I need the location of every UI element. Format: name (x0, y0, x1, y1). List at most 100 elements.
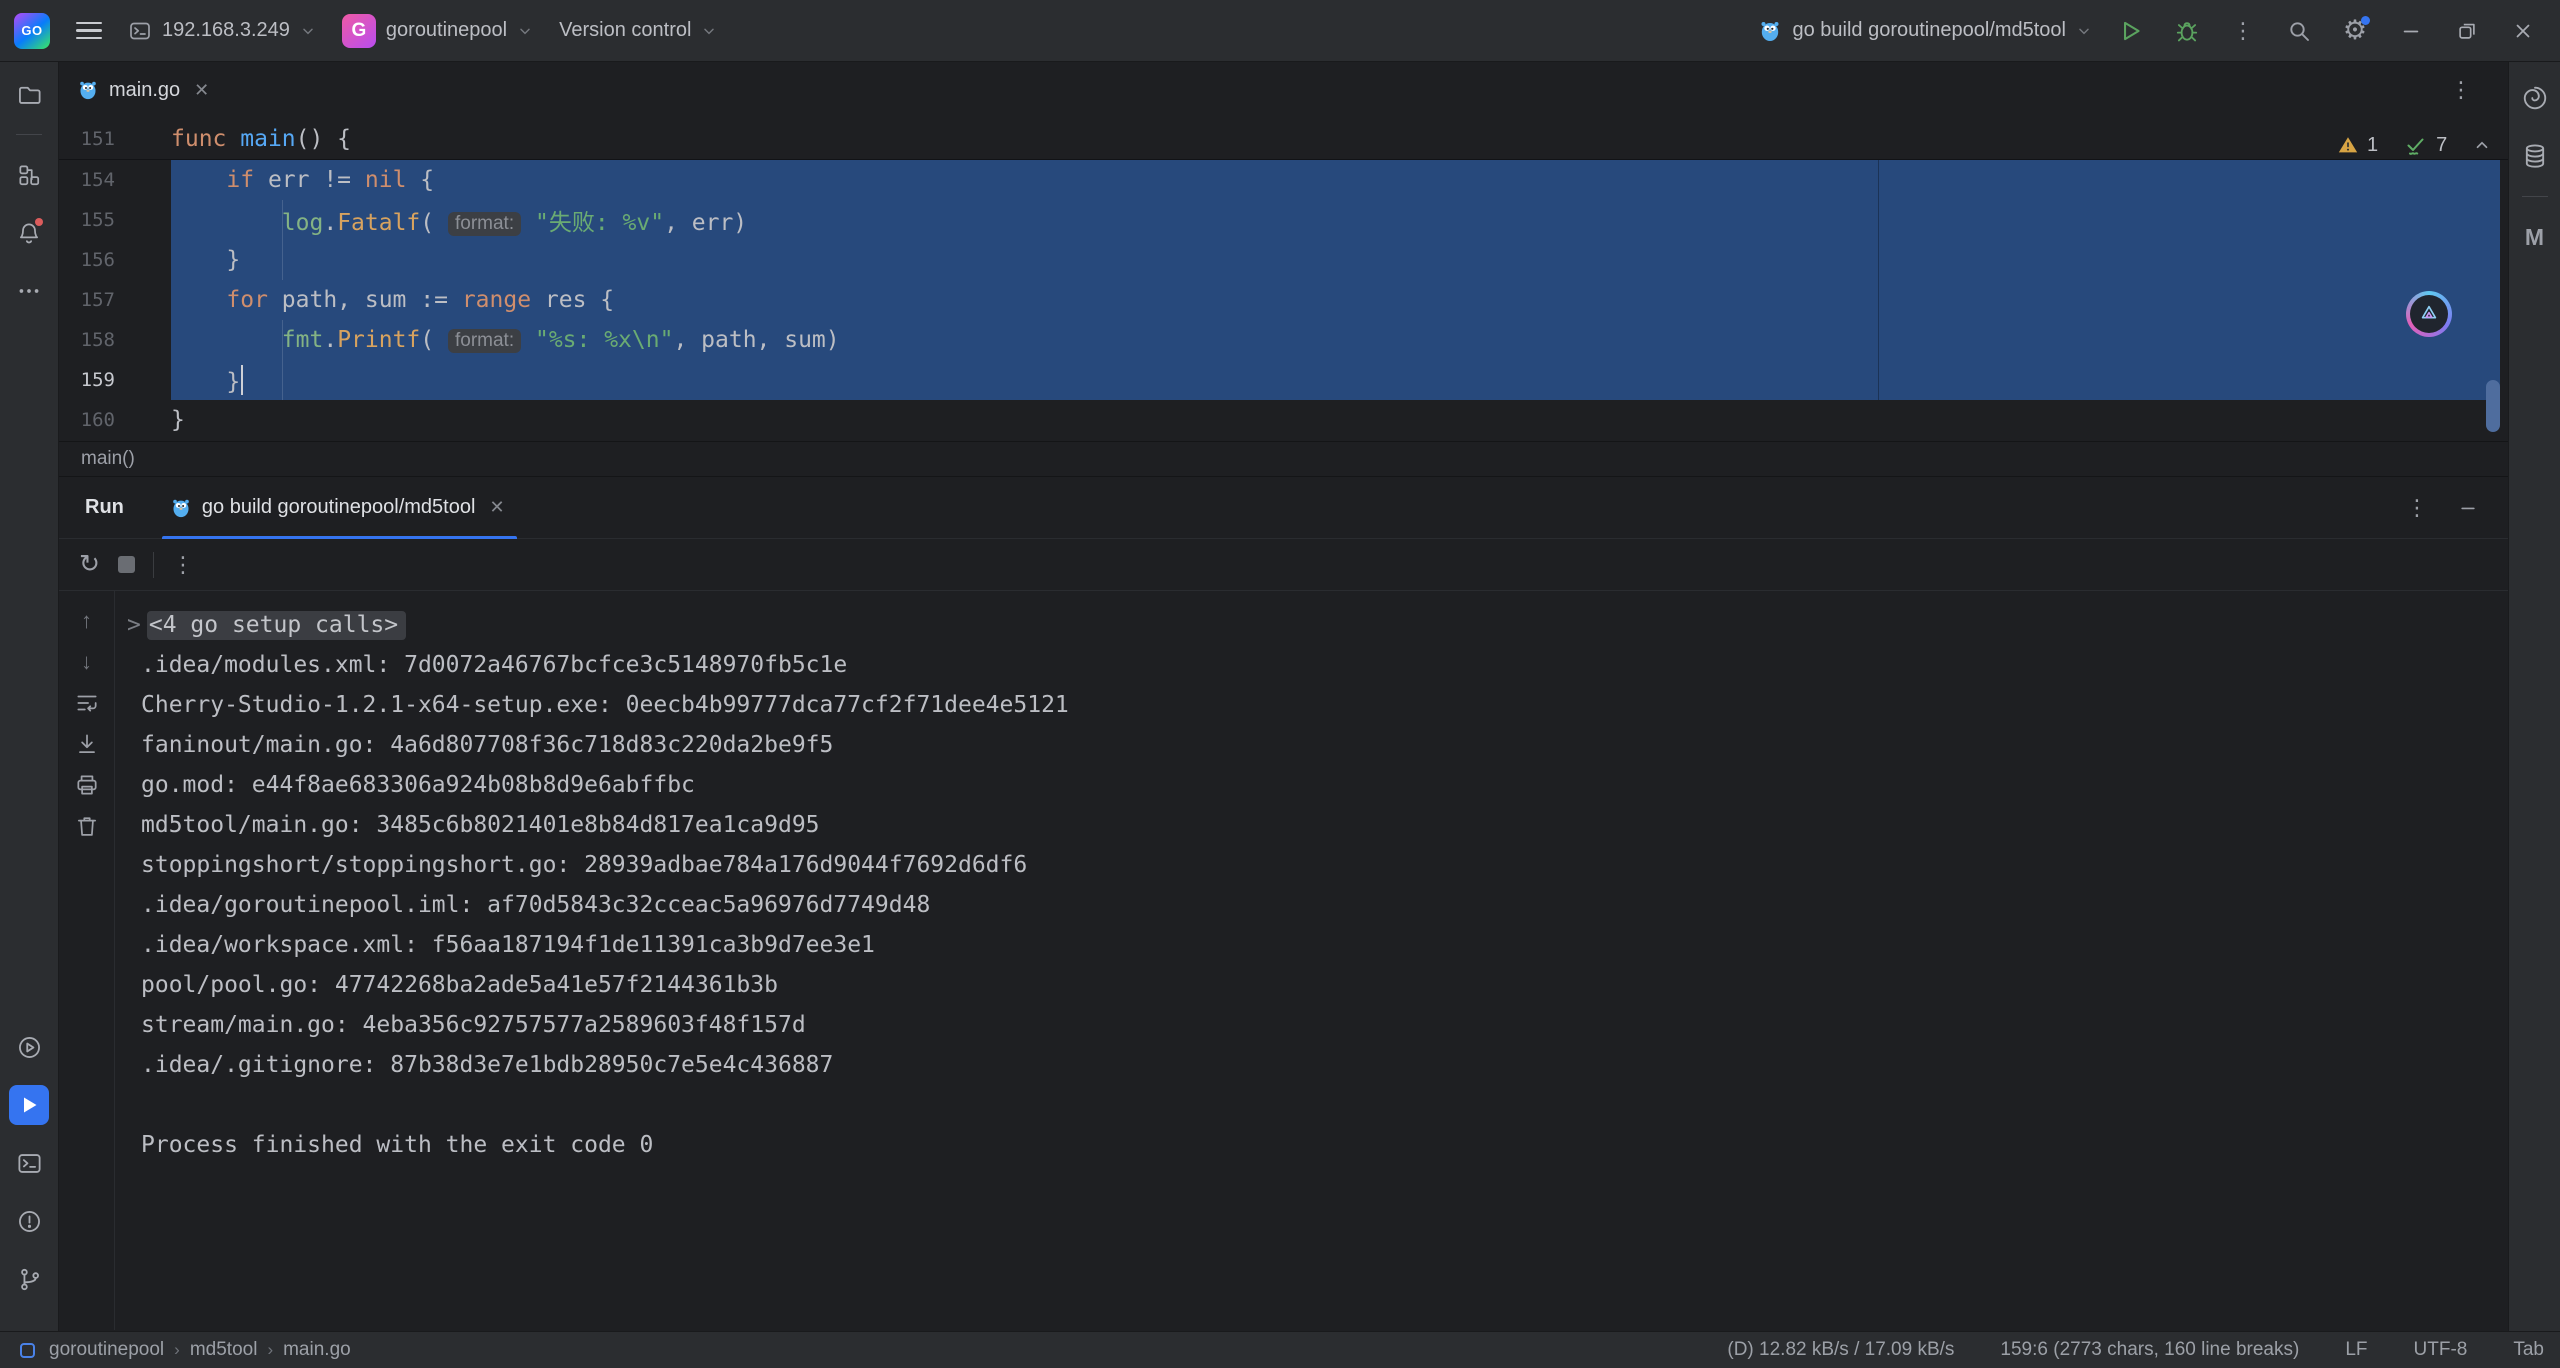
close-icon (2512, 20, 2534, 42)
chevron-down-icon (2076, 23, 2092, 39)
folded-command-chip[interactable]: <4 go setup calls> (147, 611, 406, 640)
left-tool-window-stripe (0, 62, 59, 1331)
encoding-indicator[interactable]: UTF-8 (2414, 1339, 2468, 1361)
more-tool-windows-button[interactable] (9, 271, 49, 311)
stop-icon[interactable] (118, 556, 135, 573)
rerun-icon[interactable]: ↻ (79, 552, 100, 577)
fold-arrow[interactable]: > (127, 612, 141, 638)
markdown-tool-button[interactable]: M (2515, 217, 2555, 257)
ai-assistant-tool-button[interactable] (2515, 78, 2555, 118)
line-separator-indicator[interactable]: LF (2345, 1339, 2367, 1361)
run-tab-close-icon[interactable]: ✕ (485, 495, 508, 520)
tab-main-go[interactable]: main.go ✕ (59, 62, 227, 118)
settings-button[interactable]: ⚙ (2338, 14, 2372, 48)
soft-wrap-button[interactable] (70, 687, 104, 719)
inspection-widget[interactable]: 1 7 (2337, 128, 2508, 162)
stripe-divider (2522, 196, 2548, 197)
run-configuration-selector[interactable]: go build goroutinepool/md5tool (1758, 19, 2092, 43)
search-everywhere-button[interactable] (2282, 14, 2316, 48)
parameter-hint: format: (448, 212, 521, 236)
tab-options-kebab-icon[interactable]: ⋮ (2450, 77, 2472, 103)
scroll-to-end-button[interactable] (70, 728, 104, 760)
code-text: log.Fatalf( format: "失败: %v", err) (171, 203, 747, 237)
gopher-icon (1758, 19, 1782, 43)
run-options-kebab-icon[interactable]: ⋮ (2406, 495, 2428, 521)
debug-button[interactable] (2170, 14, 2204, 48)
print-button[interactable] (70, 769, 104, 801)
indent-guide (282, 320, 283, 400)
code-text: func main() { (171, 126, 351, 152)
hide-tool-window-icon[interactable] (2458, 498, 2478, 518)
code-line[interactable]: 154 if err != nil { (59, 160, 2508, 200)
line-number[interactable]: 160 (59, 409, 115, 431)
run-title: Run (85, 496, 124, 519)
code-line[interactable]: 158 fmt.Printf( format: "%s: %x\n", path… (59, 320, 2508, 360)
chevron-down-icon (300, 23, 316, 39)
console-line: Cherry-Studio-1.2.1-x64-setup.exe: 0eecb… (141, 685, 2508, 725)
status-breadcrumb-item[interactable]: md5tool (190, 1339, 258, 1361)
console-kebab-icon[interactable]: ⋮ (172, 552, 194, 578)
console-output[interactable]: ><4 go setup calls> .idea/modules.xml: 7d… (115, 591, 2508, 1330)
console-line: .idea/.gitignore: 87b38d3e7e1bdb28950c7e… (141, 1045, 2508, 1085)
console-line: .idea/modules.xml: 7d0072a46767bcfce3c51… (141, 645, 2508, 685)
code-line[interactable]: 159 } (59, 360, 2508, 400)
project-selector[interactable]: G goroutinepool (342, 14, 533, 48)
close-button[interactable] (2506, 14, 2540, 48)
tab-close-icon[interactable]: ✕ (190, 78, 213, 103)
caret-position-indicator[interactable]: 159:6 (2773 chars, 160 line breaks) (2000, 1339, 2299, 1361)
settings-notification-dot (2361, 16, 2370, 25)
line-number[interactable]: 158 (59, 329, 115, 351)
bug-icon (2174, 18, 2200, 44)
code-line[interactable]: 151 func main() { (59, 118, 2508, 159)
main-menu-icon[interactable] (76, 22, 102, 39)
code-line[interactable]: 156 } (59, 240, 2508, 280)
run-icon (2118, 18, 2144, 44)
sticky-header-line: 151 func main() { (59, 118, 2508, 160)
status-breadcrumbs[interactable]: goroutinepool›md5tool›main.go (0, 1339, 351, 1361)
line-number[interactable]: 157 (59, 289, 115, 311)
terminal-tool-button[interactable] (9, 1143, 49, 1183)
problems-icon (16, 1208, 43, 1235)
code-line[interactable]: 160} (59, 400, 2508, 440)
remote-host-selector[interactable]: 192.168.3.249 (128, 19, 316, 43)
clear-all-button[interactable] (70, 810, 104, 842)
problems-tool-button[interactable] (9, 1201, 49, 1241)
notifications-button[interactable] (9, 213, 49, 253)
line-number[interactable]: 151 (59, 128, 115, 150)
breadcrumb-item[interactable]: main() (81, 448, 135, 470)
status-breadcrumb-item[interactable]: goroutinepool (49, 1339, 164, 1361)
scroll-end-icon (74, 731, 100, 757)
console-line: md5tool/main.go: 3485c6b8021401e8b84d817… (141, 805, 2508, 845)
project-tool-button[interactable] (9, 74, 49, 114)
minimize-button[interactable] (2394, 14, 2428, 48)
structure-tool-button[interactable] (9, 155, 49, 195)
line-number[interactable]: 154 (59, 169, 115, 191)
line-number[interactable]: 155 (59, 209, 115, 231)
database-tool-button[interactable] (2515, 136, 2555, 176)
version-control-menu[interactable]: Version control (559, 19, 717, 42)
prev-problem-icon[interactable] (2473, 136, 2491, 154)
status-breadcrumb-item[interactable]: main.go (283, 1339, 351, 1361)
warning-icon (2337, 134, 2359, 156)
restore-icon (2456, 20, 2478, 42)
line-number[interactable]: 156 (59, 249, 115, 271)
services-tool-button[interactable] (9, 1027, 49, 1067)
more-actions-menu[interactable]: ⋮ (2226, 14, 2260, 48)
ai-assistant-floating-button[interactable] (2406, 291, 2452, 337)
line-number[interactable]: 159 (59, 369, 115, 391)
code-text: for path, sum := range res { (171, 287, 614, 313)
code-editor[interactable]: 154 if err != nil {155 log.Fatalf( forma… (59, 118, 2508, 441)
breadcrumb-separator: › (267, 1340, 273, 1360)
up-stack-trace-button[interactable]: ↑ (70, 605, 104, 637)
down-stack-trace-button[interactable]: ↓ (70, 646, 104, 678)
toolbar-separator (153, 552, 154, 578)
run-tool-button[interactable] (9, 1085, 49, 1125)
code-line[interactable]: 157 for path, sum := range res { (59, 280, 2508, 320)
run-tab[interactable]: go build goroutinepool/md5tool ✕ (162, 477, 517, 538)
vertical-scrollbar-thumb[interactable] (2486, 380, 2500, 432)
restore-button[interactable] (2450, 14, 2484, 48)
indent-indicator[interactable]: Tab (2513, 1339, 2544, 1361)
run-button[interactable] (2114, 14, 2148, 48)
code-line[interactable]: 155 log.Fatalf( format: "失败: %v", err) (59, 200, 2508, 240)
git-tool-button[interactable] (9, 1259, 49, 1299)
